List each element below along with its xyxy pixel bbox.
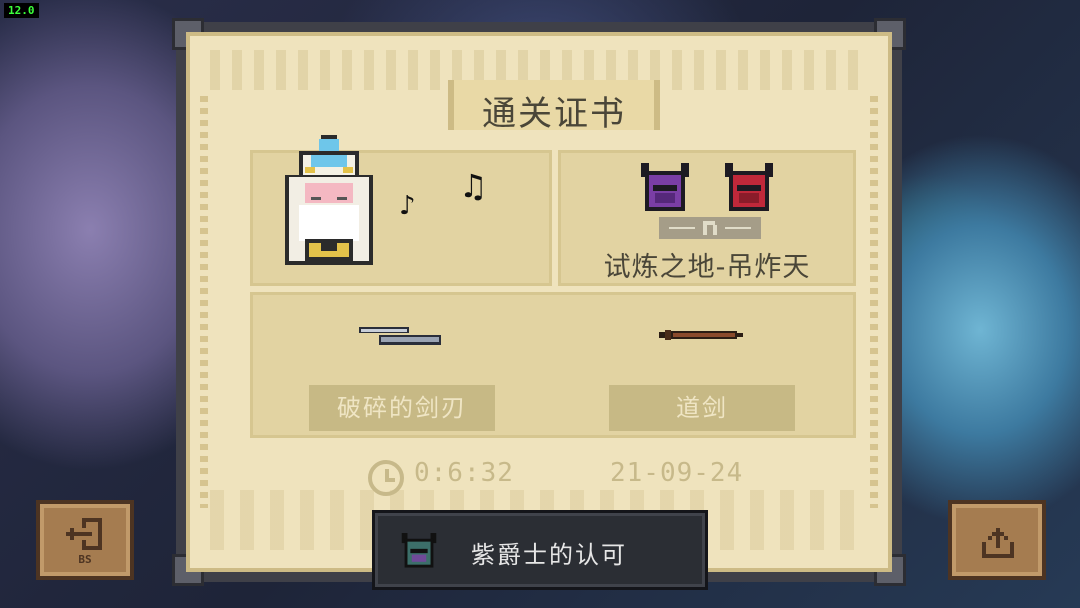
music-note-icon: ♪ [399, 191, 416, 221]
weapons-panel: 破碎的剑刃 道剑 [250, 292, 856, 438]
exit-button-label: BS [78, 553, 92, 566]
broken-blade-icon [359, 327, 441, 345]
completion-certificate: 通关证书 ♪ ♫ 试炼之地-吊炸天 破碎的剑刃 道剑 0:6:32 21-09-… [172, 18, 906, 586]
exit-button[interactable]: BS [36, 500, 134, 580]
purple-knight-helmet-icon [401, 533, 437, 568]
red-knight-helmet-icon [725, 163, 773, 211]
mode-panel: 试炼之地-吊炸天 [558, 150, 856, 286]
certificate-parchment: 通关证书 ♪ ♫ 试炼之地-吊炸天 破碎的剑刃 道剑 0:6:32 21-09-… [186, 32, 892, 572]
title-banner: 通关证书 [448, 80, 660, 134]
achievement-label: 紫爵士的认可 [471, 541, 627, 569]
music-note-icon: ♫ [459, 167, 488, 205]
difficulty-badge [659, 217, 761, 239]
certificate-title: 通关证书 [482, 94, 626, 134]
clock-icon [368, 460, 404, 496]
share-upload-icon [982, 528, 1014, 558]
taoist-sword-icon [659, 330, 743, 340]
badge-emblem-icon [669, 221, 751, 235]
weapon-label-1: 破碎的剑刃 [309, 385, 495, 431]
purple-knight-helmet-icon [641, 163, 689, 211]
share-button[interactable] [948, 500, 1046, 580]
mode-name: 试炼之地-吊炸天 [603, 252, 811, 283]
hero-panel: ♪ ♫ [250, 135, 552, 286]
exit-door-icon [66, 518, 102, 550]
right-border-ornament [870, 96, 878, 508]
run-time: 0:6:32 [414, 458, 514, 488]
run-date: 21-09-24 [610, 458, 744, 488]
weapon-label-2: 道剑 [609, 385, 795, 431]
achievement-toast: 紫爵士的认可 [372, 510, 708, 590]
left-border-ornament [200, 96, 208, 508]
hero-character-icon [285, 135, 373, 265]
fps-counter: 12.0 [4, 3, 39, 18]
